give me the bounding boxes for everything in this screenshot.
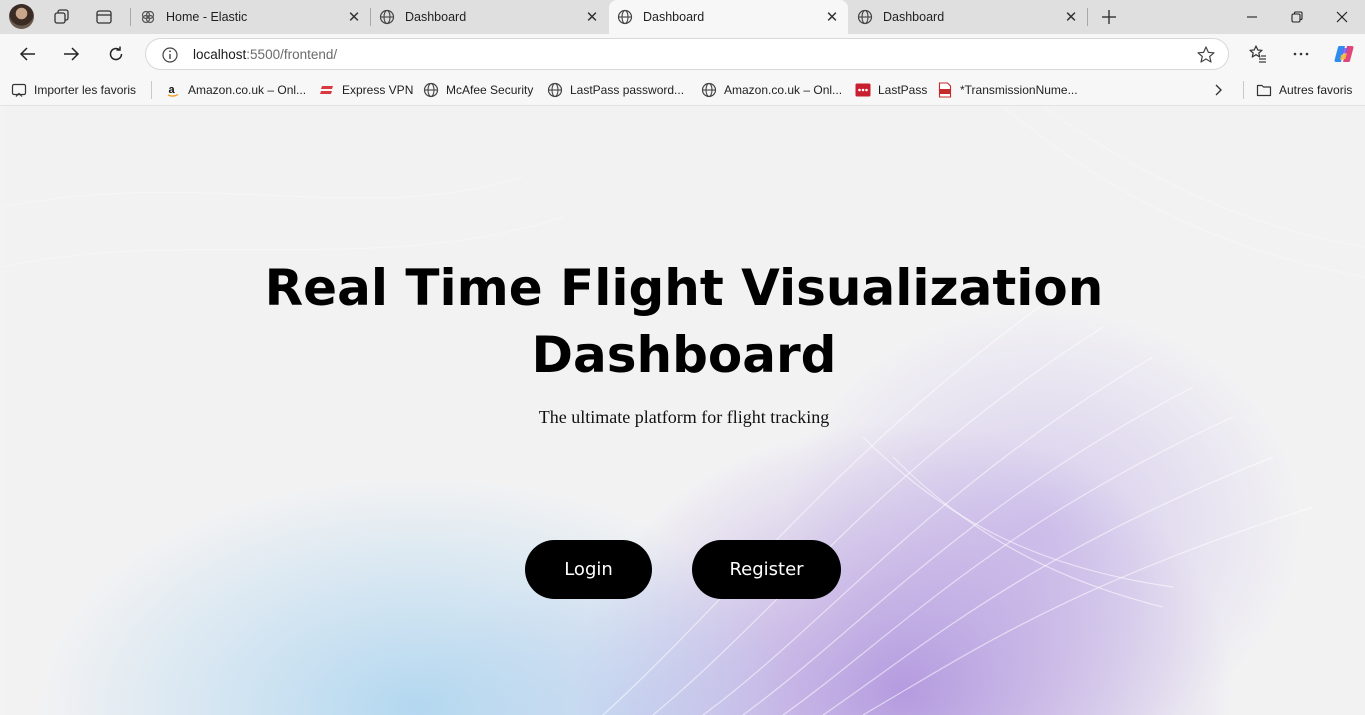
bookmark-transmission[interactable]: *TransmissionNume...: [937, 81, 1078, 99]
bookmark-label: Amazon.co.uk – Onl...: [724, 83, 843, 97]
import-icon: [11, 82, 27, 98]
workspaces-icon[interactable]: [52, 7, 72, 27]
elastic-icon: [140, 9, 156, 25]
bookmark-label: *TransmissionNume...: [960, 83, 1078, 97]
globe-icon: [379, 9, 395, 25]
url-host: localhost: [193, 47, 247, 62]
close-icon: [1336, 11, 1348, 23]
forward-button[interactable]: [56, 39, 86, 69]
close-icon[interactable]: ✕: [1061, 7, 1081, 27]
favorites-button[interactable]: [1243, 39, 1273, 69]
bookmark-separator: [1243, 81, 1244, 99]
tab-label: Dashboard: [405, 10, 467, 24]
tab-dashboard-active[interactable]: Dashboard ✕: [609, 0, 848, 34]
lastpass-icon: [855, 82, 871, 98]
folder-icon: [1256, 82, 1272, 98]
tab-dashboard-3[interactable]: Dashboard ✕: [849, 0, 1087, 34]
refresh-icon: [109, 46, 123, 61]
expressvpn-icon: [319, 82, 335, 98]
url-text[interactable]: localhost:5500/frontend/: [193, 47, 337, 62]
bookmark-label: Express VPN: [342, 83, 414, 97]
copilot-button[interactable]: [1329, 39, 1359, 69]
profile-avatar[interactable]: [9, 4, 34, 29]
register-button[interactable]: Register: [692, 540, 841, 599]
url-path: :5500/frontend/: [246, 47, 338, 62]
favorites-list-icon: [1249, 45, 1266, 63]
bookmark-label: Autres favoris: [1279, 83, 1353, 97]
bookmark-other-favorites[interactable]: Autres favoris: [1256, 81, 1352, 99]
bookmark-label: McAfee Security: [446, 83, 534, 97]
plus-icon: [1102, 10, 1116, 24]
bookmark-amazon-1[interactable]: a Amazon.co.uk – Onl...: [165, 81, 306, 99]
tab-actions-icon[interactable]: [94, 7, 114, 27]
tab-label: Dashboard: [643, 10, 705, 24]
bookmark-label: LastPass password...: [570, 83, 685, 97]
close-icon[interactable]: ✕: [582, 7, 602, 27]
minimize-icon: [1247, 16, 1257, 18]
svg-text:a: a: [169, 84, 176, 96]
tab-dashboard-1[interactable]: Dashboard ✕: [371, 0, 608, 34]
tab-label: Home - Elastic: [166, 10, 248, 24]
minimize-button[interactable]: [1229, 0, 1275, 34]
arrow-right-icon: [64, 47, 80, 61]
bookmark-import-favorites[interactable]: Importer les favoris: [11, 81, 136, 99]
info-icon[interactable]: [161, 46, 179, 64]
copilot-icon: [1334, 46, 1354, 62]
globe-icon: [547, 82, 563, 98]
login-button[interactable]: Login: [525, 540, 652, 599]
page-title: Real Time Flight Visualization Dashboard: [3, 255, 1365, 389]
chevron-right-icon: [1215, 84, 1222, 96]
amazon-icon: a: [165, 82, 181, 98]
bookmark-amazon-2[interactable]: Amazon.co.uk – Onl...: [701, 81, 842, 99]
globe-icon: [701, 82, 717, 98]
browser-toolbar: localhost:5500/frontend/: [0, 34, 1365, 74]
back-button[interactable]: [13, 39, 43, 69]
new-tab-button[interactable]: [1098, 6, 1120, 28]
bookmark-label: Importer les favoris: [34, 83, 137, 97]
bookmark-express-vpn[interactable]: Express VPN: [319, 81, 413, 99]
tab-home-elastic[interactable]: Home - Elastic ✕: [132, 0, 370, 34]
refresh-button[interactable]: [101, 39, 131, 69]
favorite-star-icon[interactable]: [1196, 45, 1216, 65]
page-viewport: Real Time Flight Visualization Dashboard…: [3, 107, 1365, 715]
globe-icon: [857, 9, 873, 25]
page-title-line-2: Dashboard: [531, 326, 837, 384]
page-title-line-1: Real Time Flight Visualization: [264, 259, 1104, 317]
tab-separator: [130, 8, 131, 26]
bookmark-label: Amazon.co.uk – Onl...: [188, 83, 307, 97]
close-window-button[interactable]: [1319, 0, 1365, 34]
close-icon[interactable]: ✕: [344, 7, 364, 27]
bookmarks-overflow-button[interactable]: [1210, 81, 1226, 99]
bookmark-lastpass-password[interactable]: LastPass password...: [547, 81, 684, 99]
tab-separator: [1087, 8, 1088, 26]
globe-icon: [423, 82, 439, 98]
bookmark-label: LastPass: [878, 83, 928, 97]
more-icon: [1293, 52, 1309, 56]
address-bar[interactable]: localhost:5500/frontend/: [145, 38, 1229, 70]
globe-icon: [617, 9, 633, 25]
arrow-left-icon: [19, 47, 35, 61]
more-menu-button[interactable]: [1286, 39, 1316, 69]
bookmark-separator: [151, 81, 152, 99]
page-subtitle: The ultimate platform for flight trackin…: [538, 407, 830, 427]
restore-icon: [1291, 11, 1303, 23]
tab-label: Dashboard: [883, 10, 945, 24]
restore-button[interactable]: [1274, 0, 1320, 34]
bookmark-lastpass[interactable]: LastPass: [855, 81, 927, 99]
browser-title-bar: Home - Elastic ✕ Dashboard ✕ Dashboard ✕…: [0, 0, 1365, 34]
pdf-icon: [937, 82, 953, 98]
bookmark-mcafee[interactable]: McAfee Security: [423, 81, 533, 99]
close-icon[interactable]: ✕: [822, 7, 842, 27]
